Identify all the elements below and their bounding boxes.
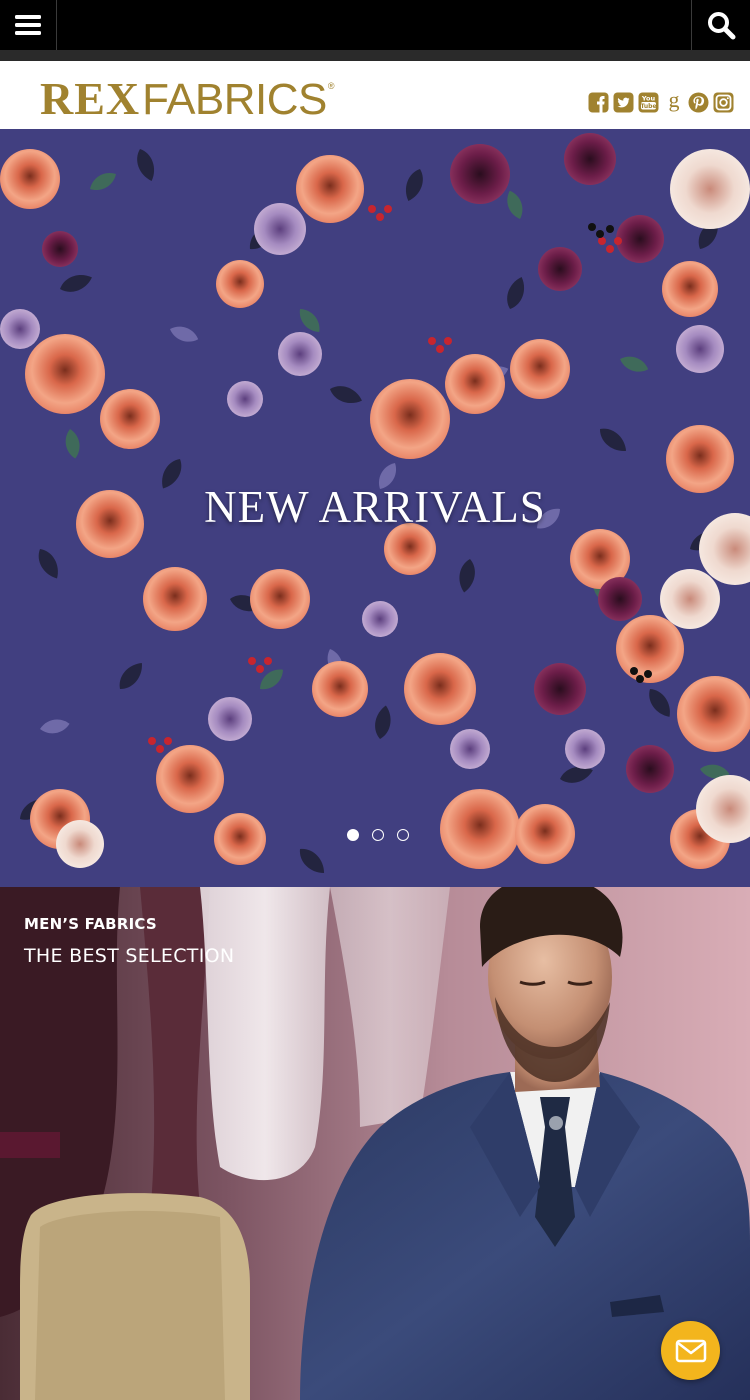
youtube-link[interactable]: You Tube <box>638 91 659 114</box>
instagram-icon <box>713 92 734 113</box>
pinterest-link[interactable] <box>688 91 709 114</box>
mens-fabrics-title: THE BEST SELECTION <box>24 945 235 967</box>
carousel-dot-1[interactable] <box>347 829 359 841</box>
contact-mail-button[interactable] <box>661 1321 720 1380</box>
twitter-link[interactable] <box>613 91 634 114</box>
pinterest-icon <box>688 92 709 113</box>
hamburger-menu-icon <box>15 15 41 35</box>
search-icon <box>708 12 736 40</box>
site-header: REX FABRICS ® You Tube g <box>0 61 750 129</box>
mens-fabrics-banner[interactable]: MEN’S FABRICS THE BEST SELECTION <box>0 887 750 1400</box>
google-icon: g <box>668 91 679 112</box>
logo-fabrics: FABRICS <box>142 75 327 124</box>
instagram-link[interactable] <box>713 91 734 114</box>
mail-icon <box>675 1339 706 1362</box>
top-nav-bar <box>0 0 750 50</box>
logo-registered-mark: ® <box>327 81 335 91</box>
logo-rex: REX <box>40 73 141 124</box>
facebook-icon <box>588 92 609 113</box>
carousel-dot-3[interactable] <box>397 829 409 841</box>
search-button[interactable] <box>691 0 750 50</box>
social-links: You Tube g <box>588 91 734 114</box>
hero-banner[interactable]: NEW ARRIVALS <box>0 129 750 887</box>
youtube-icon: You Tube <box>638 92 659 113</box>
hero-title: NEW ARRIVALS <box>204 482 546 532</box>
rex-fabrics-logo[interactable]: REX FABRICS ® <box>40 73 335 124</box>
menu-button[interactable] <box>0 0 57 50</box>
facebook-link[interactable] <box>588 91 609 114</box>
carousel-indicators <box>0 829 750 841</box>
google-link[interactable]: g <box>663 91 684 114</box>
twitter-icon <box>613 92 634 113</box>
svg-text:You: You <box>641 95 656 103</box>
svg-text:g: g <box>668 91 679 112</box>
carousel-dot-2[interactable] <box>372 829 384 841</box>
svg-text:Tube: Tube <box>640 103 656 110</box>
nav-divider-bar <box>0 50 750 61</box>
mens-fabrics-kicker: MEN’S FABRICS <box>24 915 157 933</box>
